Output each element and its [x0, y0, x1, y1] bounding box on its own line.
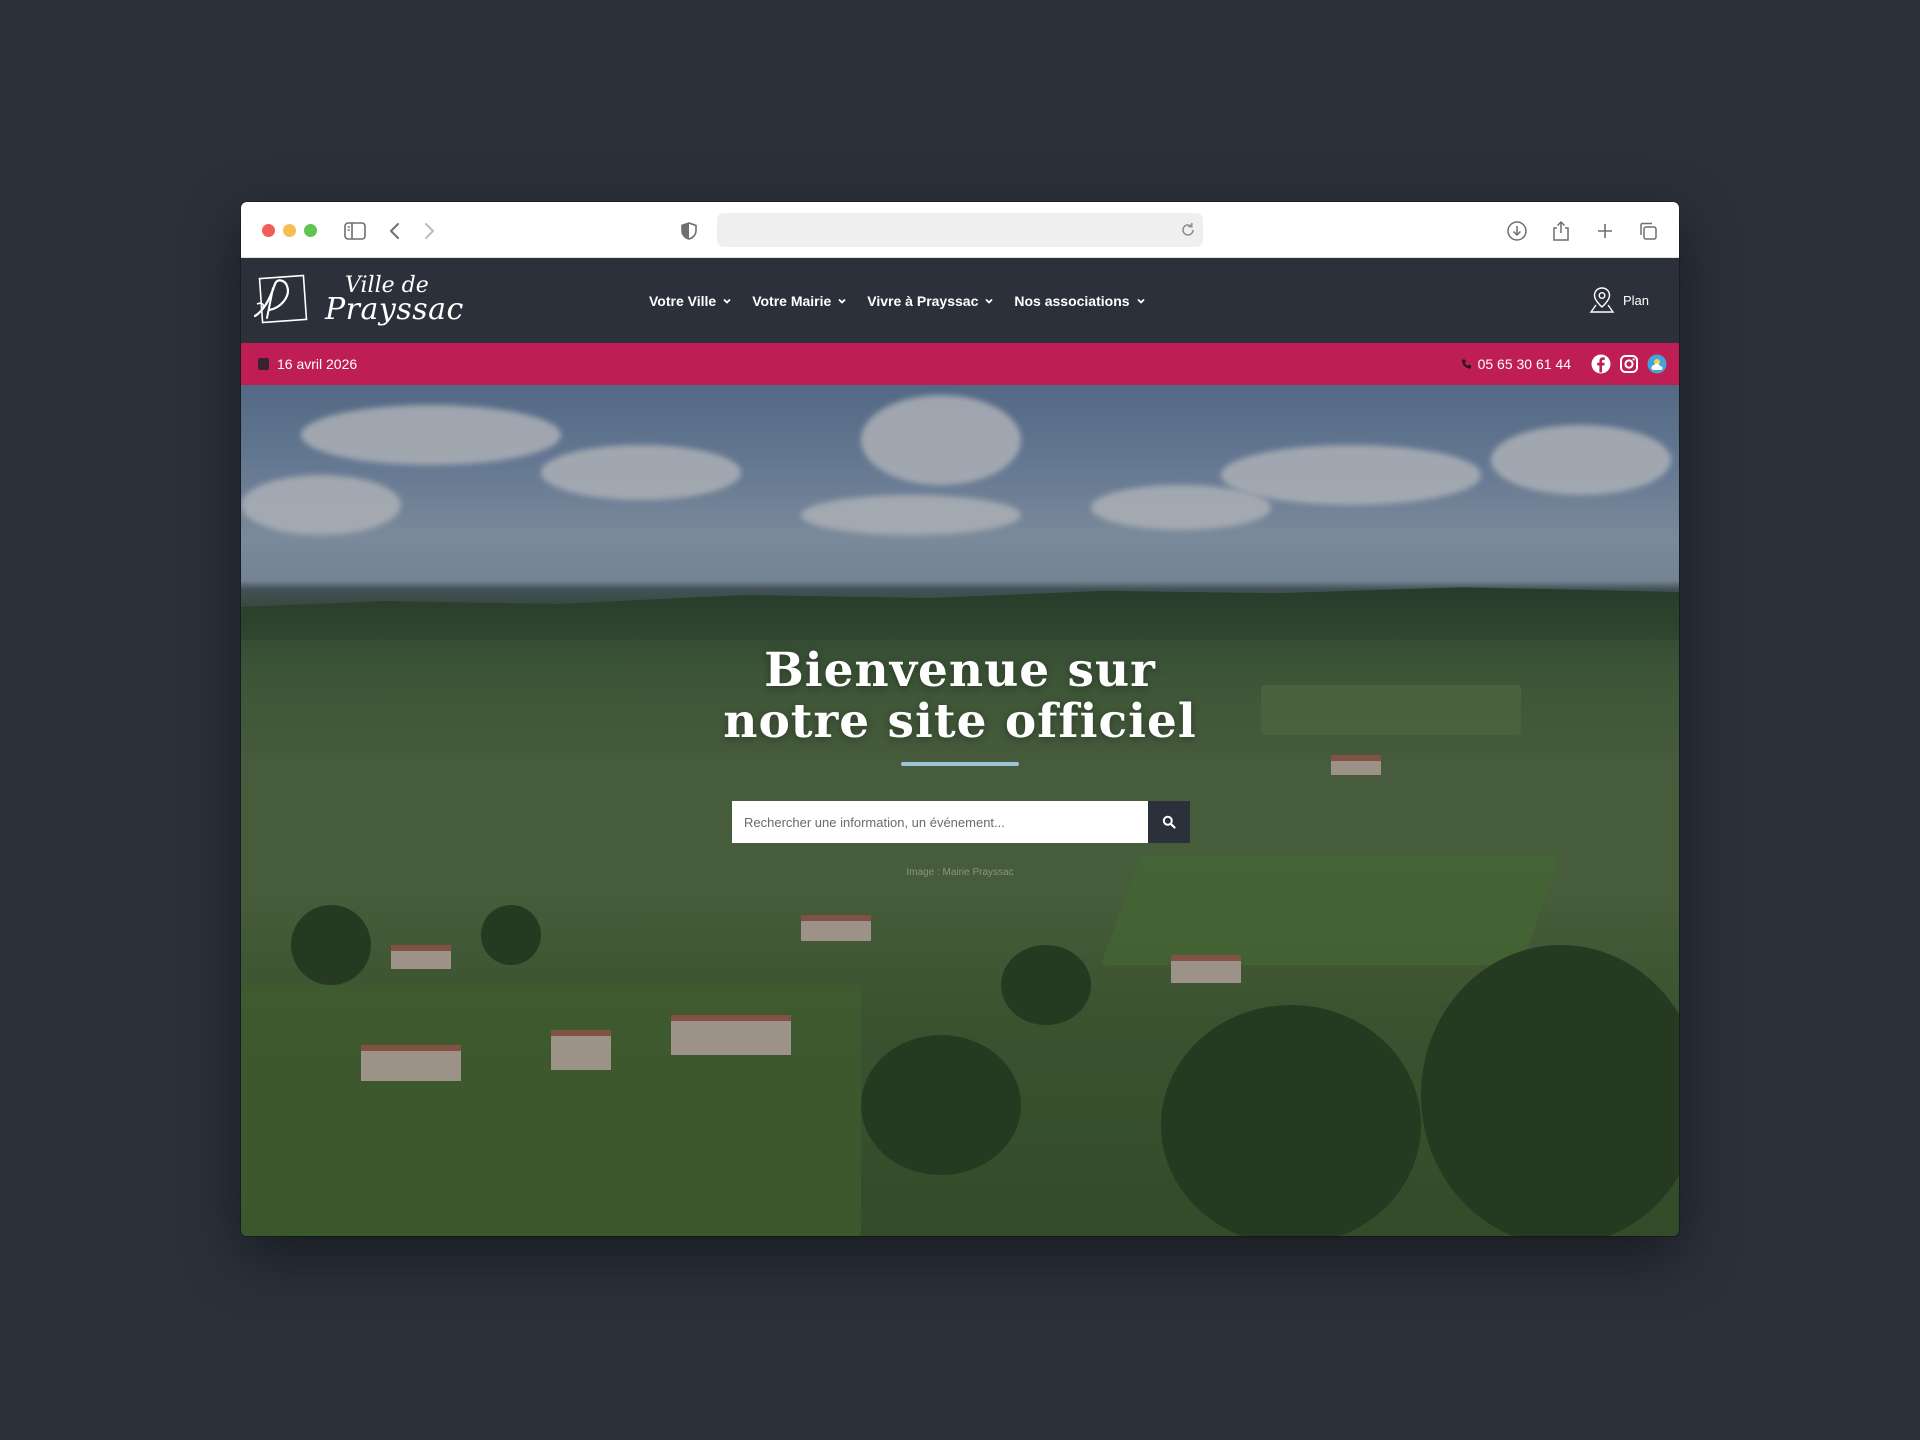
browser-window: Ville de Prayssac Votre Ville Votre Mair… — [241, 202, 1679, 1236]
tab-overview-icon[interactable] — [1636, 219, 1660, 243]
site-logo[interactable]: Ville de Prayssac — [251, 274, 464, 326]
current-date: 16 avril 2026 — [258, 356, 357, 372]
search-button[interactable] — [1148, 801, 1190, 843]
calendar-icon — [258, 358, 269, 370]
social-links — [1591, 354, 1667, 374]
title-underline — [901, 762, 1019, 766]
hero-title-line-2: notre site officiel — [723, 694, 1197, 749]
back-icon[interactable] — [383, 219, 407, 243]
nav-label: Votre Ville — [649, 292, 717, 309]
privacy-shield-icon[interactable] — [677, 219, 701, 243]
hero-title-line-1: Bienvenue sur — [764, 643, 1156, 698]
browser-toolbar — [241, 202, 1679, 258]
nav-label: Vivre à Prayssac — [867, 292, 979, 309]
maximize-window-button[interactable] — [304, 224, 317, 237]
search-icon — [1162, 815, 1176, 829]
hero-title: Bienvenue sur notre site officiel — [241, 645, 1679, 747]
sidebar-toggle-icon[interactable] — [343, 219, 367, 243]
nav-votre-mairie[interactable]: Votre Mairie — [752, 293, 847, 309]
downloads-icon[interactable] — [1505, 219, 1529, 243]
close-window-button[interactable] — [262, 224, 275, 237]
new-tab-icon[interactable] — [1593, 219, 1617, 243]
phone-icon — [1461, 359, 1471, 369]
facebook-icon[interactable] — [1591, 354, 1611, 374]
nav-label: Votre Mairie — [752, 292, 832, 309]
chevron-down-icon — [1136, 298, 1145, 304]
hero-section: Bienvenue sur notre site officiel Image … — [241, 385, 1679, 1236]
main-navigation: Votre Ville Votre Mairie Vivre à Prayssa… — [649, 258, 1146, 343]
site-header: Ville de Prayssac Votre Ville Votre Mair… — [241, 258, 1679, 343]
phone-contact[interactable]: 05 65 30 61 44 — [1461, 356, 1571, 372]
hero-search — [732, 801, 1190, 843]
reload-icon[interactable] — [1179, 221, 1197, 239]
nav-vivre-a-prayssac[interactable]: Vivre à Prayssac — [867, 293, 994, 309]
nav-label: Nos associations — [1014, 292, 1130, 309]
plan-label: Plan — [1622, 292, 1649, 308]
search-input[interactable] — [732, 801, 1148, 843]
chevron-down-icon — [723, 298, 731, 304]
map-pin-icon — [1589, 287, 1615, 313]
nav-votre-ville[interactable]: Votre Ville — [649, 293, 732, 309]
minimize-window-button[interactable] — [283, 224, 296, 237]
logo-mark-icon — [253, 274, 308, 324]
chevron-down-icon — [838, 298, 846, 304]
plan-link[interactable]: Plan — [1589, 286, 1649, 314]
address-bar[interactable] — [717, 213, 1203, 247]
image-credit: Image : Mairie Prayssac — [906, 867, 1014, 878]
nav-nos-associations[interactable]: Nos associations — [1014, 293, 1145, 309]
instagram-icon[interactable] — [1619, 354, 1639, 374]
phone-number: 05 65 30 61 44 — [1477, 356, 1571, 372]
forward-icon[interactable] — [417, 219, 441, 243]
chevron-down-icon — [985, 298, 994, 304]
info-bar: 16 avril 2026 05 65 30 61 44 — [241, 343, 1679, 385]
share-icon[interactable] — [1549, 219, 1573, 243]
weather-icon[interactable] — [1647, 354, 1667, 374]
logo-line-2: Prayssac — [325, 292, 464, 327]
date-text: 16 avril 2026 — [277, 356, 358, 372]
